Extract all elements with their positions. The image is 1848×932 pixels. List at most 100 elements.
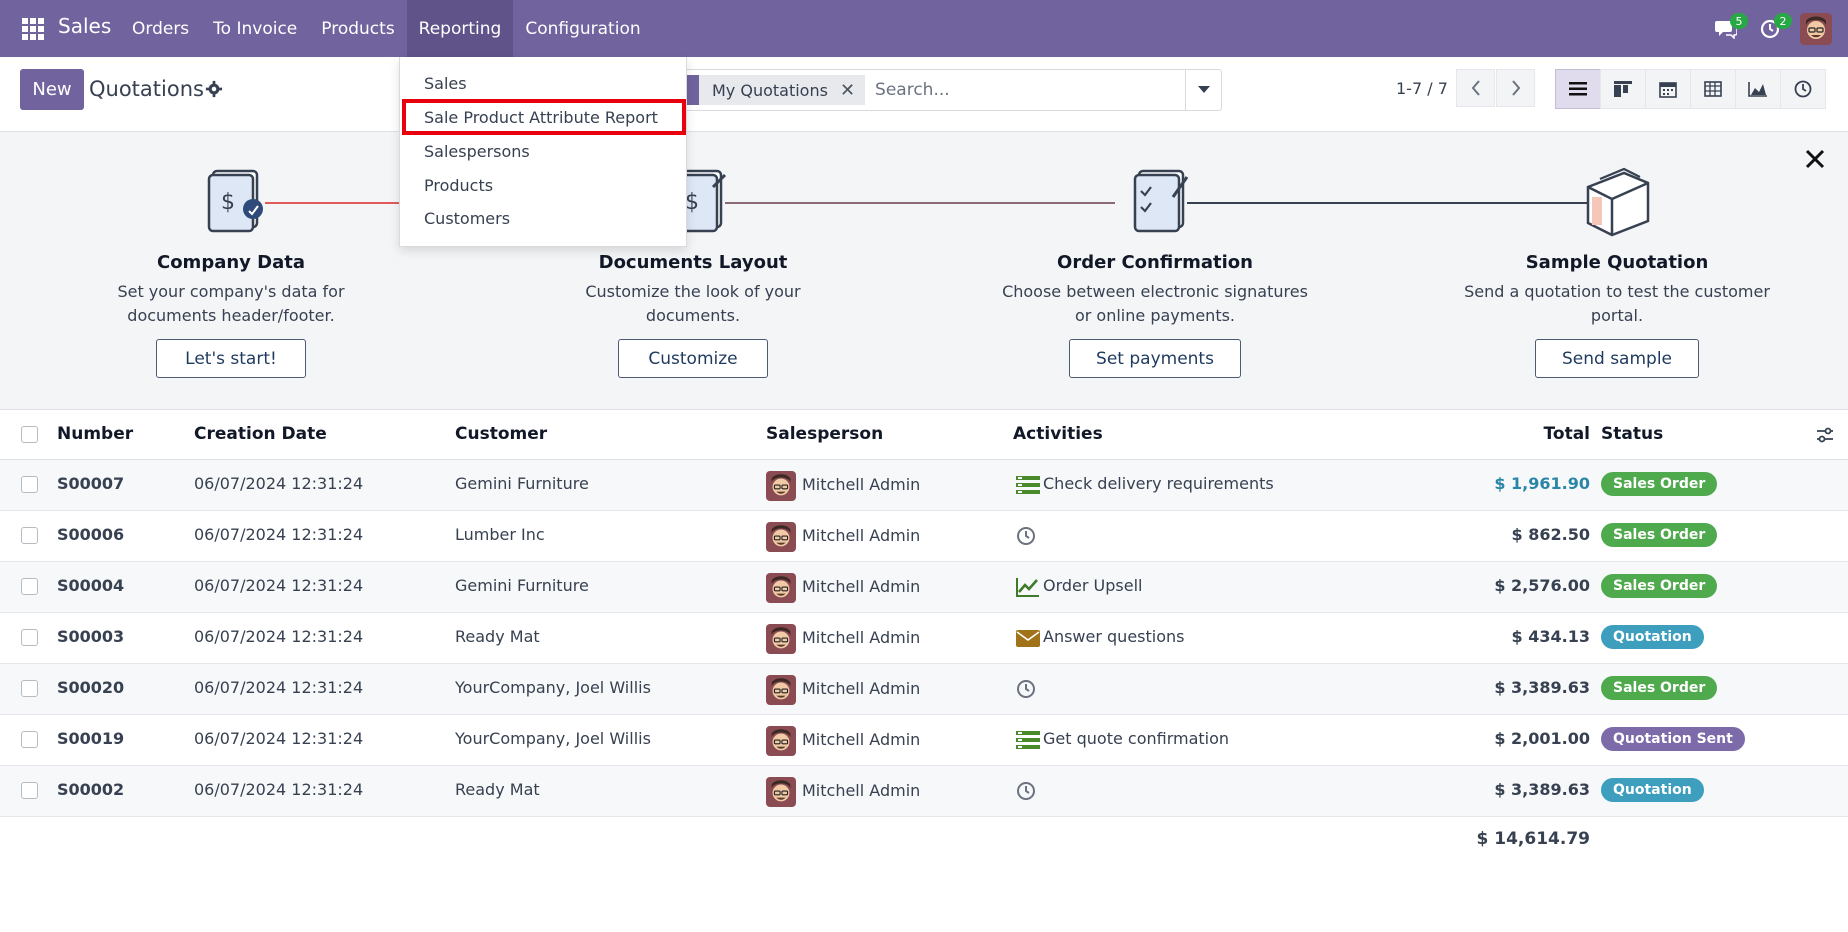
row-checkbox[interactable] bbox=[21, 476, 38, 493]
salesperson-name: Mitchell Admin bbox=[802, 526, 921, 545]
menu-item-sales-report[interactable]: Sales bbox=[424, 74, 467, 93]
creation-date: 06/07/2024 12:31:24 bbox=[194, 576, 364, 595]
row-checkbox[interactable] bbox=[21, 731, 38, 748]
search-input[interactable] bbox=[865, 71, 1221, 109]
clock-icon[interactable] bbox=[1015, 678, 1041, 700]
activities-count-badge: 2 bbox=[1774, 13, 1792, 29]
calendar-view-button[interactable] bbox=[1645, 69, 1691, 109]
user-avatar[interactable] bbox=[1800, 12, 1832, 45]
menu-configuration[interactable]: Configuration bbox=[513, 0, 652, 57]
envelope-icon[interactable] bbox=[1015, 627, 1041, 649]
remove-facet-icon[interactable]: ✕ bbox=[840, 80, 855, 101]
lets-start-button[interactable]: Let's start! bbox=[156, 339, 306, 378]
menu-to-invoice[interactable]: To Invoice bbox=[201, 0, 309, 57]
column-header-salesperson[interactable]: Salesperson bbox=[766, 424, 883, 444]
column-header-number[interactable]: Number bbox=[57, 424, 133, 444]
salesperson-name: Mitchell Admin bbox=[802, 628, 921, 647]
set-payments-button[interactable]: Set payments bbox=[1069, 339, 1241, 378]
list-icon bbox=[1569, 82, 1587, 96]
creation-date: 06/07/2024 12:31:24 bbox=[194, 525, 364, 544]
pivot-view-button[interactable] bbox=[1690, 69, 1736, 109]
activity-summary: Get quote confirmation bbox=[1043, 729, 1230, 748]
salesperson-avatar[interactable] bbox=[766, 522, 796, 552]
pager-next-button[interactable] bbox=[1496, 69, 1535, 107]
apps-grid-icon[interactable] bbox=[22, 18, 44, 40]
table-row[interactable]: S00019 06/07/2024 12:31:24 YourCompany, Jo… bbox=[0, 715, 1848, 766]
salesperson-avatar[interactable] bbox=[766, 573, 796, 603]
main-menu: Orders To Invoice Products Reporting Con… bbox=[120, 0, 653, 57]
filter-facet-label: My Quotations bbox=[712, 80, 828, 100]
optional-columns-icon[interactable] bbox=[1816, 426, 1834, 444]
row-checkbox[interactable] bbox=[21, 578, 38, 595]
caret-down-icon bbox=[1198, 86, 1210, 93]
status-badge: Sales Order bbox=[1601, 523, 1718, 547]
gear-icon[interactable] bbox=[205, 80, 223, 98]
table-row[interactable]: S00003 06/07/2024 12:31:24 Ready Mat Mitche… bbox=[0, 613, 1848, 664]
table-row[interactable]: S00006 06/07/2024 12:31:24 Lumber Inc Mitch… bbox=[0, 511, 1848, 562]
search-options-toggle[interactable] bbox=[1185, 69, 1222, 111]
column-header-customer[interactable]: Customer bbox=[455, 424, 547, 444]
table-row[interactable]: S00007 06/07/2024 12:31:24 Gemini Furnitur… bbox=[0, 460, 1848, 511]
onboarding-step-description: Customize the look of your documents. bbox=[585, 282, 801, 325]
row-checkbox[interactable] bbox=[21, 680, 38, 697]
menu-products[interactable]: Products bbox=[309, 0, 406, 57]
calendar-icon bbox=[1659, 82, 1677, 98]
activities-button[interactable]: 2 bbox=[1748, 0, 1792, 57]
pager-previous-button[interactable] bbox=[1456, 69, 1495, 107]
close-icon[interactable] bbox=[1803, 147, 1827, 171]
kanban-view-button[interactable] bbox=[1600, 69, 1646, 109]
salesperson-avatar[interactable] bbox=[766, 624, 796, 654]
area-chart-icon bbox=[1748, 82, 1767, 97]
activity-summary: Answer questions bbox=[1043, 627, 1185, 646]
column-header-total[interactable]: Total bbox=[1544, 424, 1590, 444]
clock-icon[interactable] bbox=[1015, 780, 1041, 802]
onboarding-step-title: Company Data bbox=[156, 252, 306, 273]
table-row[interactable]: S00002 06/07/2024 12:31:24 Ready Mat Mitche… bbox=[0, 766, 1848, 817]
creation-date: 06/07/2024 12:31:24 bbox=[194, 474, 364, 493]
salesperson-name: Mitchell Admin bbox=[802, 577, 921, 596]
activity-summary: Check delivery requirements bbox=[1043, 474, 1274, 493]
column-header-activities[interactable]: Activities bbox=[1013, 424, 1103, 444]
row-checkbox[interactable] bbox=[21, 629, 38, 646]
row-checkbox[interactable] bbox=[21, 527, 38, 544]
salesperson-avatar[interactable] bbox=[766, 726, 796, 756]
activity-view-button[interactable] bbox=[1780, 69, 1826, 109]
menu-item-customers[interactable]: Customers bbox=[424, 209, 510, 228]
status-badge: Sales Order bbox=[1601, 574, 1718, 598]
status-badge: Sales Order bbox=[1601, 472, 1718, 496]
column-header-creation-date[interactable]: Creation Date bbox=[194, 424, 327, 444]
menu-item-products[interactable]: Products bbox=[424, 176, 493, 195]
salesperson-avatar[interactable] bbox=[766, 471, 796, 501]
menu-orders[interactable]: Orders bbox=[120, 0, 201, 57]
table-row[interactable]: S00004 06/07/2024 12:31:24 Gemini Furnitur… bbox=[0, 562, 1848, 613]
graph-view-button[interactable] bbox=[1735, 69, 1781, 109]
tasks-icon[interactable] bbox=[1015, 474, 1041, 496]
table-row[interactable]: S00020 06/07/2024 12:31:24 YourCompany, Jo… bbox=[0, 664, 1848, 715]
salesperson-avatar[interactable] bbox=[766, 777, 796, 807]
salesperson-avatar[interactable] bbox=[766, 675, 796, 705]
new-button[interactable]: New bbox=[20, 69, 84, 110]
table-grid-icon bbox=[1704, 81, 1722, 97]
send-sample-button[interactable]: Send sample bbox=[1535, 339, 1699, 378]
total-sum: $ 14,614.79 bbox=[1476, 829, 1590, 849]
messages-button[interactable]: 5 bbox=[1704, 0, 1748, 57]
clock-icon[interactable] bbox=[1015, 525, 1041, 547]
onboarding-step-title: Sample Quotation bbox=[1525, 252, 1709, 273]
row-checkbox[interactable] bbox=[21, 782, 38, 799]
select-all-checkbox[interactable] bbox=[21, 426, 38, 443]
upsell-chart-icon[interactable] bbox=[1015, 576, 1041, 598]
onboarding-progress-line bbox=[1187, 202, 1587, 204]
salesperson-name: Mitchell Admin bbox=[802, 475, 921, 494]
order-number: S00020 bbox=[57, 678, 125, 697]
activity-summary: Order Upsell bbox=[1043, 576, 1143, 595]
tasks-icon[interactable] bbox=[1015, 729, 1041, 751]
pager-value[interactable]: 1-7 / 7 bbox=[1396, 79, 1448, 98]
order-total: $ 2,001.00 bbox=[1494, 729, 1590, 748]
menu-reporting[interactable]: Reporting bbox=[406, 0, 514, 57]
customize-button[interactable]: Customize bbox=[618, 339, 768, 378]
list-view-button[interactable] bbox=[1555, 69, 1601, 109]
highlight-box bbox=[402, 99, 686, 135]
menu-item-salespersons[interactable]: Salespersons bbox=[424, 142, 530, 161]
column-header-status[interactable]: Status bbox=[1601, 424, 1663, 444]
app-title[interactable]: Sales bbox=[58, 14, 111, 38]
